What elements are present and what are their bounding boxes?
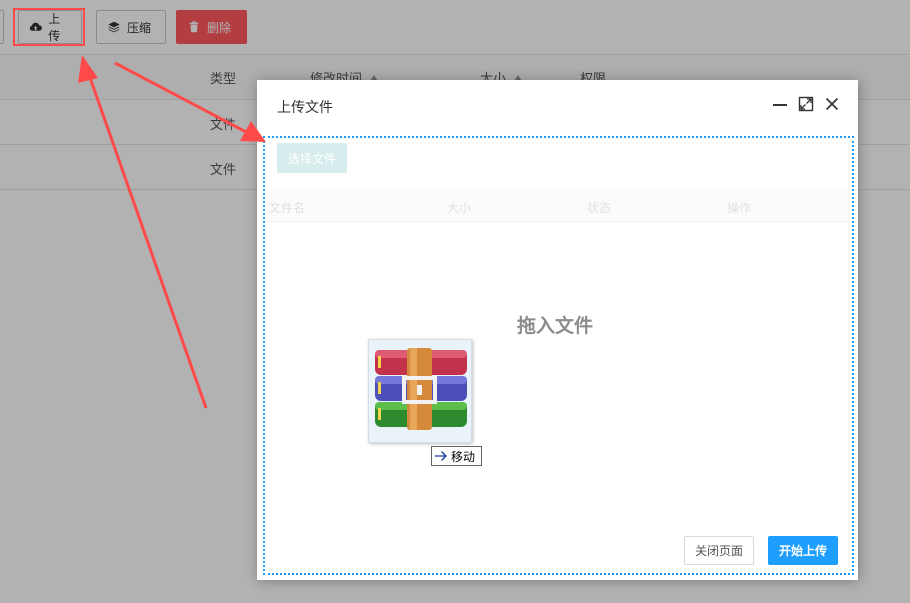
drop-zone[interactable]: 选择文件 文件名 大小 状态 操作 拖入文件 移动 关闭页面 开始上传: [263, 136, 854, 575]
winrar-archive-icon: [375, 348, 467, 430]
drop-files-label: 拖入文件: [517, 315, 594, 337]
maximize-icon[interactable]: [798, 96, 814, 112]
dragged-file-thumbnail: [368, 339, 472, 443]
column-header-action: 操作: [727, 201, 752, 215]
drag-move-label: 移动: [451, 449, 476, 464]
dialog-title: 上传文件: [277, 100, 333, 116]
upload-dialog: 上传文件 选择文件 文件名 大小 状态 操作 拖入文件 移动 关闭页面 开始上传: [257, 80, 858, 580]
upload-file-table-header: 文件名 大小 状态 操作: [267, 190, 850, 222]
annotation-highlight-box: [13, 8, 85, 46]
arrow-right-icon: [435, 451, 447, 461]
close-page-button[interactable]: 关闭页面: [684, 536, 754, 565]
column-header-filename: 文件名: [269, 201, 306, 215]
minimize-icon[interactable]: [772, 96, 788, 112]
column-header-size: 大小: [447, 201, 472, 215]
close-icon[interactable]: [824, 96, 840, 112]
select-files-button[interactable]: 选择文件: [277, 143, 347, 173]
start-upload-button[interactable]: 开始上传: [768, 536, 838, 565]
drag-move-tooltip: 移动: [431, 446, 482, 466]
column-header-status: 状态: [587, 201, 612, 215]
